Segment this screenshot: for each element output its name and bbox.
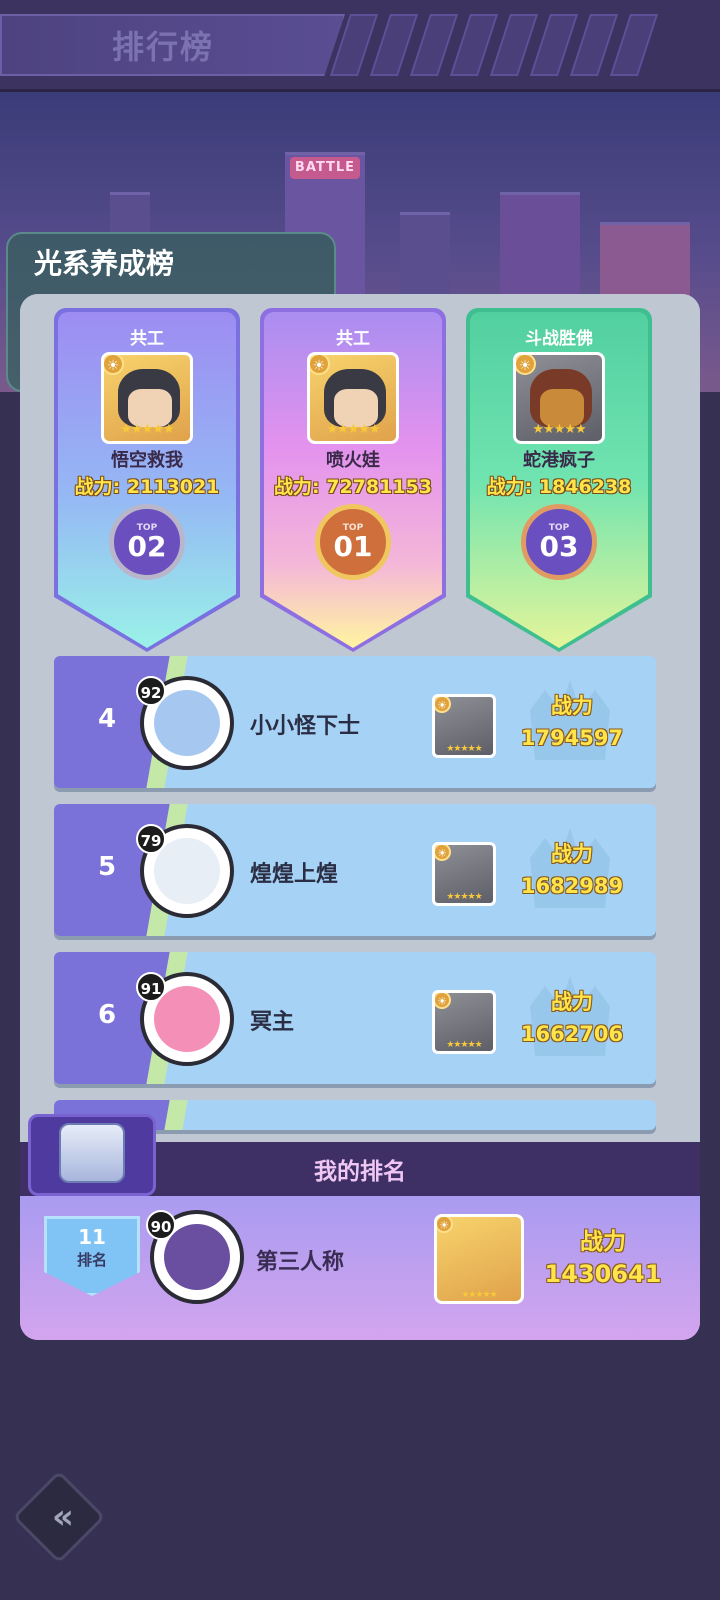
star-rating-icon: ★★★★★	[461, 1290, 497, 1300]
podium-card-1[interactable]: 共工 ☀ ★★★★★ 喷火娃 战力: 72781153 TOP 01	[260, 308, 446, 652]
power-label: 战力	[551, 990, 593, 1014]
power-label: 战力	[551, 842, 593, 866]
chest-icon	[59, 1123, 125, 1183]
star-rating-icon: ★★★★★	[326, 422, 380, 437]
hero-avatar: ☀ ★★★★★	[307, 352, 399, 444]
podium-power: 战力: 1846238	[486, 476, 632, 498]
crown-icon	[530, 828, 610, 908]
star-rating-icon: ★★★★★	[446, 892, 482, 902]
hero-thumbnail: ☀ ★★★★★	[432, 842, 496, 906]
top-header-bar: 排行榜	[0, 0, 720, 92]
rank-number: 6	[98, 1000, 117, 1030]
hero-thumbnail: ☀ ★★★★★	[432, 694, 496, 758]
chevron-left-icon: «	[52, 1497, 66, 1537]
level-badge: 90	[146, 1210, 176, 1240]
sun-element-icon: ☀	[435, 697, 451, 713]
podium-card-3[interactable]: 斗战胜佛 ☀ ★★★★★ 蛇港疯子 战力: 1846238 TOP 03	[466, 308, 652, 652]
hero-thumbnail: ☀ ★★★★★	[434, 1214, 524, 1304]
battle-sign: BATTLE	[290, 157, 360, 179]
hero-avatar: ☀ ★★★★★	[101, 352, 193, 444]
hero-thumbnail: ☀ ★★★★★	[432, 990, 496, 1054]
leaderboard-row[interactable]: 4 92 小小怪下士 ☀ ★★★★★ 战力 1794597	[54, 656, 656, 788]
leaderboard-row[interactable]: 6 91 冥主 ☀ ★★★★★ 战力 1662706	[54, 952, 656, 1084]
player-name: 冥主	[250, 1010, 295, 1035]
podium-player-name: 喷火娃	[326, 450, 380, 471]
section-title: 光系养成榜	[34, 247, 175, 280]
hero-avatar: ☀ ★★★★★	[513, 352, 605, 444]
sun-element-icon: ☀	[516, 355, 536, 375]
star-rating-icon: ★★★★★	[446, 1040, 482, 1050]
power-value: 1430641	[544, 1260, 662, 1288]
rank-shield-badge: 11 排名	[44, 1216, 140, 1296]
star-rating-icon: ★★★★★	[120, 422, 174, 437]
sun-element-icon: ☀	[437, 1217, 453, 1233]
player-name: 小小怪下士	[250, 714, 361, 739]
power-value: 1662706	[520, 1022, 624, 1046]
podium-guild: 共工	[130, 329, 164, 349]
power-value: 1794597	[520, 726, 624, 750]
crown-icon	[530, 680, 610, 760]
sun-element-icon: ☀	[104, 355, 124, 375]
podium-player-name: 蛇港疯子	[523, 450, 595, 471]
my-rank-title: 我的排名	[314, 1159, 406, 1185]
back-button[interactable]: «	[12, 1470, 106, 1564]
podium-guild: 斗战胜佛	[525, 329, 593, 349]
player-name: 煌煌上煌	[250, 862, 339, 887]
podium-power: 战力: 2113021	[74, 476, 220, 498]
podium-card-2[interactable]: 共工 ☀ ★★★★★ 悟空救我 战力: 2113021 TOP 02	[54, 308, 240, 652]
leaderboard-row[interactable]: 5 79 煌煌上煌 ☀ ★★★★★ 战力 1682989	[54, 804, 656, 936]
page-title: 排行榜	[112, 28, 215, 66]
rank-medal-icon: TOP 01	[315, 504, 391, 580]
crown-icon	[530, 976, 610, 1056]
podium-player-name: 悟空救我	[111, 450, 183, 471]
rank-number: 4	[98, 704, 117, 734]
sun-element-icon: ☀	[310, 355, 330, 375]
power-label: 战力	[580, 1229, 626, 1255]
star-rating-icon: ★★★★★	[532, 422, 586, 437]
rank-medal-icon: TOP 02	[109, 504, 185, 580]
rank-number: 5	[98, 852, 117, 882]
player-name: 第三人称	[256, 1250, 345, 1275]
header-stripes	[329, 14, 720, 76]
level-badge: 91	[136, 972, 166, 1002]
podium-guild: 共工	[336, 329, 370, 349]
level-badge: 92	[136, 676, 166, 706]
power-label: 战力	[551, 694, 593, 718]
sun-element-icon: ☀	[435, 845, 451, 861]
star-rating-icon: ★★★★★	[446, 744, 482, 754]
treasure-chest-button[interactable]	[28, 1114, 156, 1196]
power-value: 1682989	[520, 874, 624, 898]
level-badge: 79	[136, 824, 166, 854]
podium-power: 战力: 72781153	[274, 476, 432, 498]
rank-medal-icon: TOP 03	[521, 504, 597, 580]
sun-element-icon: ☀	[435, 993, 451, 1009]
my-rank-row[interactable]: 11 排名 90 第三人称 ☀ ★★★★★ 战力 1430641	[20, 1196, 700, 1340]
